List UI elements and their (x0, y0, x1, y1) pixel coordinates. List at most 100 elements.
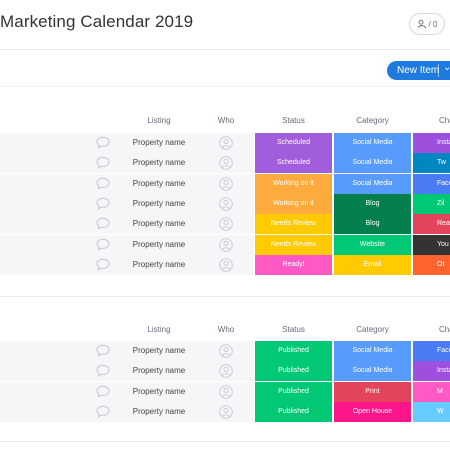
table-row[interactable]: Property name Ready! Email Ot (0, 254, 450, 276)
column-header-listing[interactable]: Listing (130, 116, 188, 130)
table-row[interactable]: Property name Published Open House W (0, 401, 450, 423)
toolbar-divider (0, 86, 450, 87)
person-avatar-icon[interactable] (219, 237, 233, 252)
category-cell[interactable]: Blog (334, 193, 411, 214)
table-row[interactable]: Property name Published Print M (0, 381, 450, 403)
chat-bubble-icon[interactable] (96, 136, 110, 149)
channel-cell[interactable]: Face (413, 341, 450, 361)
chat-bubble-icon[interactable] (96, 364, 110, 378)
listing-cell[interactable]: Property name (120, 153, 198, 173)
status-cell[interactable]: Working on it (255, 173, 332, 194)
listing-cell[interactable]: Property name (120, 382, 198, 402)
listing-cell[interactable]: Property name (120, 133, 198, 153)
person-avatar-icon[interactable] (219, 258, 233, 272)
listing-cell[interactable]: Property name (120, 174, 198, 194)
chevron-down-icon[interactable]: ⌄ (443, 62, 450, 73)
person-avatar-icon[interactable] (219, 364, 233, 379)
table-row[interactable]: Property name Working on it Social Media Fa… (0, 173, 450, 195)
category-cell[interactable]: Social Media (334, 133, 411, 153)
header-divider (0, 49, 450, 50)
person-avatar-icon[interactable] (219, 217, 233, 231)
channel-cell[interactable]: M (413, 381, 450, 402)
chat-bubble-icon[interactable] (96, 197, 110, 210)
category-cell[interactable]: Blog (334, 214, 411, 235)
chat-bubble-icon[interactable] (96, 217, 110, 230)
table-row[interactable]: Property name PublishedSocial MediaInsta (0, 361, 450, 383)
column-header-status[interactable]: Status (255, 116, 332, 130)
listing-cell[interactable]: Property name (120, 361, 198, 381)
status-cell[interactable]: Working on it (255, 193, 332, 214)
category-cell[interactable]: Social Media (334, 153, 411, 174)
table-row[interactable]: Property name ScheduledSocial MediaInsta (0, 133, 450, 154)
new-item-label: New Item (397, 65, 440, 76)
category-cell[interactable]: Social Media (334, 341, 411, 361)
status-cell[interactable]: Published (255, 381, 332, 402)
new-item-button[interactable]: New Item ⌄ (387, 61, 450, 80)
button-separator (438, 64, 439, 77)
board-title: Marketing Calendar 2019 (0, 12, 194, 31)
channel-cell[interactable]: Insta (413, 361, 450, 382)
channel-cell[interactable]: Insta (413, 133, 450, 153)
column-header-listing[interactable]: Listing (130, 325, 188, 339)
row-separator (0, 274, 450, 276)
column-header-status[interactable]: Status (255, 325, 332, 339)
chat-bubble-icon[interactable] (96, 385, 110, 398)
status-cell[interactable]: Published (255, 401, 332, 422)
chat-bubble-icon[interactable] (96, 156, 110, 170)
channel-cell[interactable]: Realt (413, 214, 450, 235)
person-avatar-icon[interactable] (219, 384, 233, 399)
chat-bubble-icon[interactable] (96, 258, 110, 271)
table-row[interactable]: Property name PublishedSocial MediaFace (0, 341, 450, 362)
listing-cell[interactable]: Property name (120, 255, 198, 275)
activity-button[interactable]: / 0 (409, 13, 445, 35)
status-cell[interactable]: Ready! (255, 254, 332, 275)
listing-cell[interactable]: Property name (120, 341, 198, 361)
row-separator (0, 421, 450, 423)
status-cell[interactable]: Published (255, 361, 332, 382)
chat-bubble-icon[interactable] (96, 238, 110, 251)
chat-bubble-icon[interactable] (96, 344, 110, 357)
column-header-channel[interactable]: Cha (413, 325, 450, 339)
listing-cell[interactable]: Property name (120, 214, 198, 234)
column-header-who[interactable]: Who (212, 116, 240, 130)
category-cell[interactable]: Social Media (334, 361, 411, 382)
column-header-category[interactable]: Category (334, 116, 411, 130)
channel-cell[interactable]: Zil (413, 193, 450, 214)
table-row[interactable]: Property name Scheduled Social Media Tw (0, 153, 450, 175)
channel-cell[interactable]: W (413, 401, 450, 422)
group-divider (0, 296, 450, 297)
person-avatar-icon[interactable] (219, 156, 233, 171)
group-divider (0, 441, 450, 442)
person-avatar-icon[interactable] (219, 344, 233, 358)
column-header-channel[interactable]: Cha (413, 116, 450, 130)
category-cell[interactable]: Open House (334, 401, 411, 422)
category-cell[interactable]: Website (334, 234, 411, 255)
category-cell[interactable]: Email (334, 254, 411, 275)
status-cell[interactable]: Published (255, 341, 332, 361)
activity-count: / 0 (428, 19, 438, 29)
person-avatar-icon[interactable] (219, 197, 233, 211)
column-header-who[interactable]: Who (212, 325, 240, 339)
person-avatar-icon[interactable] (219, 136, 233, 150)
table-row[interactable]: Property name Needs Review Website You (0, 234, 450, 256)
listing-cell[interactable]: Property name (120, 194, 198, 214)
table-row[interactable]: Property name Working on it Blog Zil (0, 193, 450, 215)
channel-cell[interactable]: Face (413, 173, 450, 194)
chat-bubble-icon[interactable] (96, 177, 110, 190)
category-cell[interactable]: Print (334, 381, 411, 402)
status-cell[interactable]: Scheduled (255, 153, 332, 174)
status-cell[interactable]: Needs Review (255, 214, 332, 235)
status-cell[interactable]: Scheduled (255, 133, 332, 153)
channel-cell[interactable]: Tw (413, 153, 450, 174)
table-row[interactable]: Property name Needs ReviewBlogRealt (0, 214, 450, 236)
listing-cell[interactable]: Property name (120, 402, 198, 422)
channel-cell[interactable]: You (413, 234, 450, 255)
person-avatar-icon[interactable] (219, 405, 233, 419)
category-cell[interactable]: Social Media (334, 173, 411, 194)
listing-cell[interactable]: Property name (120, 235, 198, 255)
chat-bubble-icon[interactable] (96, 405, 110, 418)
channel-cell[interactable]: Ot (413, 254, 450, 275)
person-avatar-icon[interactable] (219, 176, 233, 191)
status-cell[interactable]: Needs Review (255, 234, 332, 255)
column-header-category[interactable]: Category (334, 325, 411, 339)
